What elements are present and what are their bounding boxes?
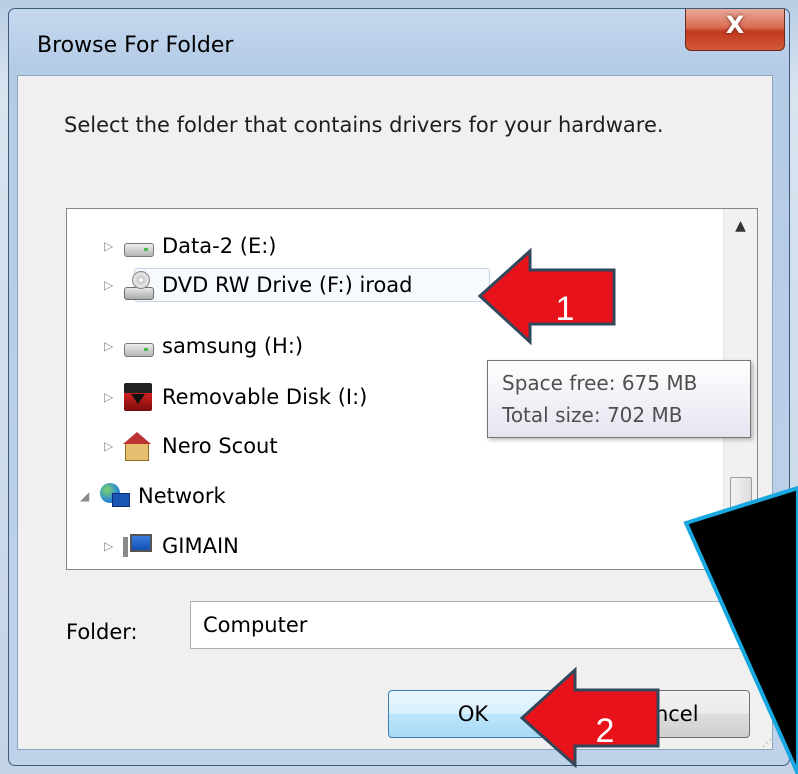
arrow-1-icon: [477, 247, 616, 346]
black-callout-triangle: [683, 485, 798, 774]
arrow-2-label: 2: [596, 712, 615, 750]
arrow-2-icon: [519, 666, 660, 769]
annotation-overlay: 1 2: [477, 247, 798, 774]
arrow-1-label: 1: [556, 290, 575, 328]
